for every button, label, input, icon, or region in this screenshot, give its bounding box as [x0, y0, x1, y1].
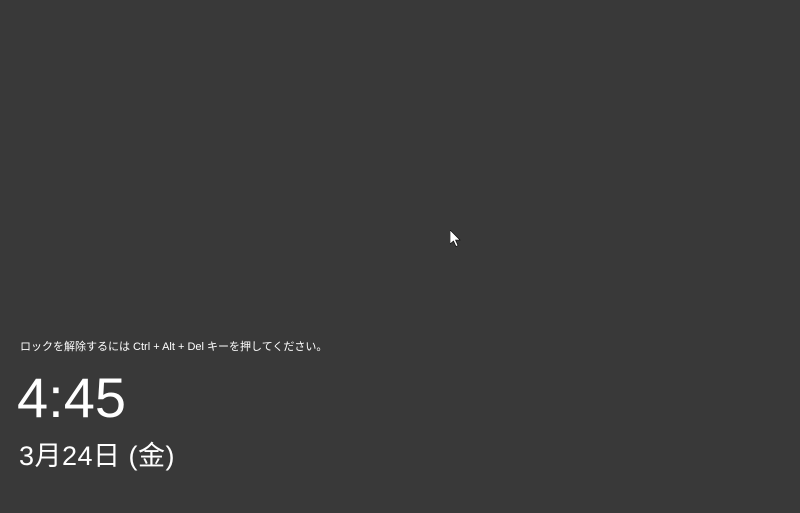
unlock-instruction-text: ロックを解除するには Ctrl + Alt + Del キーを押してください。 [20, 338, 327, 354]
clock-date: 3月24日 (金) [19, 443, 175, 470]
mouse-cursor-icon [450, 230, 462, 248]
lockscreen[interactable]: ロックを解除するには Ctrl + Alt + Del キーを押してください。 … [0, 0, 800, 513]
clock-time: 4:45 [17, 370, 126, 426]
